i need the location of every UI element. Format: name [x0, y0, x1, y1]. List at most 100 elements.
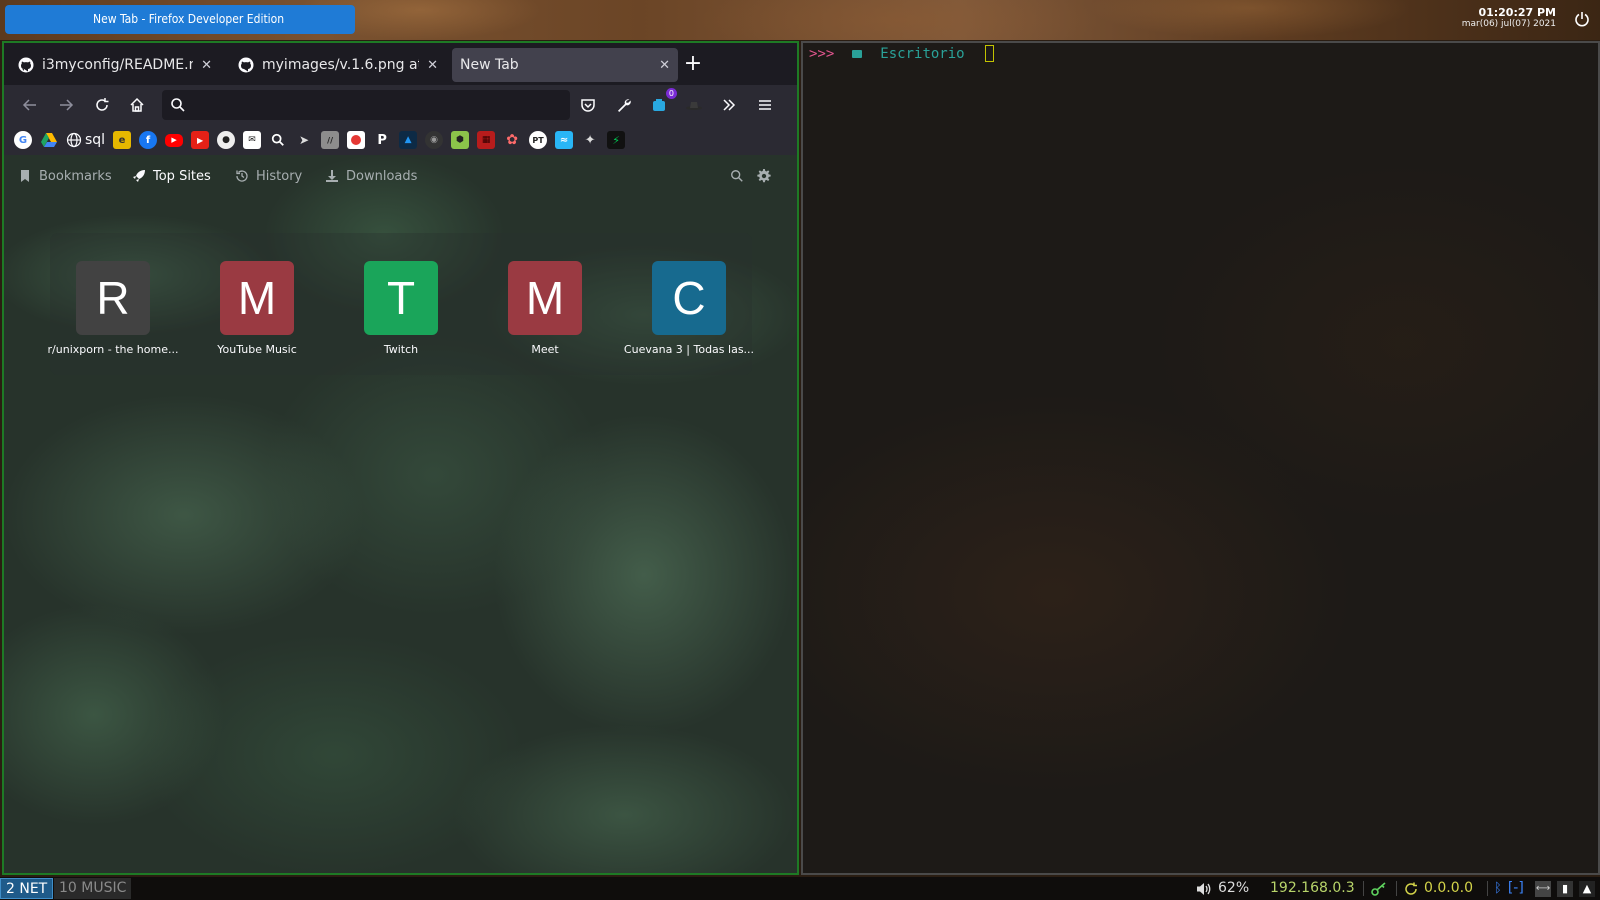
- nav-top-sites[interactable]: Top Sites: [132, 165, 211, 187]
- search-icon[interactable]: [730, 169, 744, 183]
- record-icon[interactable]: [347, 131, 366, 149]
- nav-label: Downloads: [346, 168, 418, 184]
- nav-history[interactable]: History: [235, 165, 302, 187]
- top-site-tile: T: [364, 261, 438, 335]
- top-site-cuevana[interactable]: C Cuevana 3 | Todas las...: [614, 261, 764, 356]
- google-icon[interactable]: G: [14, 131, 32, 149]
- bottom-bar: 2 NET 10 MUSIC 62% 192.168.0.3 0.0.0.0 ᛒ…: [0, 877, 1600, 900]
- close-icon[interactable]: ✕: [201, 58, 212, 73]
- search-icon[interactable]: [269, 131, 287, 149]
- firefox-window: i3myconfig/README.md ✕ myimages/v.1.6.pn…: [2, 41, 799, 875]
- tab-new-tab[interactable]: New Tab ✕: [452, 48, 678, 82]
- gear-icon[interactable]: [757, 169, 771, 183]
- gift-icon[interactable]: ✦: [581, 131, 599, 149]
- hat-icon: [686, 102, 702, 110]
- tab-readme[interactable]: i3myconfig/README.md ✕: [10, 48, 220, 82]
- clock[interactable]: 01:20:27 PM mar(06) jul(07) 2021: [1462, 6, 1556, 29]
- terminal-window[interactable]: >>> Escritorio: [801, 41, 1600, 875]
- nav-downloads[interactable]: Downloads: [325, 165, 417, 187]
- power-icon[interactable]: [1574, 11, 1590, 27]
- arrow-right-icon: [60, 99, 74, 111]
- google-drive-icon[interactable]: [40, 131, 58, 149]
- nav-label: History: [256, 168, 303, 184]
- top-site-tile: M: [220, 261, 294, 335]
- url-input[interactable]: [194, 90, 564, 120]
- overflow-button[interactable]: [717, 93, 741, 117]
- flower-icon[interactable]: ✿: [503, 131, 521, 149]
- extension-hat-button[interactable]: [682, 93, 706, 117]
- bookmark-icon: [21, 170, 29, 182]
- letter-e-icon[interactable]: e: [113, 131, 132, 149]
- youtube-music-icon[interactable]: ▶: [191, 131, 210, 149]
- rocket-icon: [133, 170, 145, 182]
- devtools-button[interactable]: [612, 93, 636, 117]
- text-cursor: [984, 45, 994, 62]
- extension-button[interactable]: 0: [647, 88, 677, 117]
- shell-prompt: >>> Escritorio: [809, 45, 994, 62]
- speaker-icon: [1197, 882, 1211, 895]
- clipboard-icon[interactable]: ▮: [1557, 880, 1573, 897]
- top-site-label: Twitch: [383, 343, 419, 356]
- tab-label: New Tab: [460, 57, 519, 73]
- workspace-10-music[interactable]: 10 MUSIC: [54, 878, 132, 899]
- home-button[interactable]: [125, 93, 149, 117]
- letter-p-icon[interactable]: P: [373, 131, 391, 149]
- ip-status: 192.168.0.3: [1270, 877, 1355, 900]
- android-icon[interactable]: ⬢: [451, 131, 470, 149]
- tab-myimages[interactable]: myimages/v.1.6.png at m ✕: [230, 48, 446, 82]
- github-icon[interactable]: ●: [217, 131, 236, 149]
- workspace-2-net[interactable]: 2 NET: [0, 878, 54, 899]
- bluetooth-icon: ᛒ: [1494, 881, 1502, 896]
- focused-window-title[interactable]: New Tab - Firefox Developer Edition: [5, 5, 355, 34]
- facebook-icon[interactable]: f: [139, 131, 158, 149]
- tray: ⟷ ▮ ▲: [1535, 877, 1595, 900]
- mail-icon[interactable]: ✉: [243, 131, 262, 149]
- new-tab-page: Bookmarks Top Sites History Downloads R …: [4, 155, 797, 873]
- ip-address: 192.168.0.3: [1270, 880, 1355, 896]
- top-site-label: Meet: [531, 343, 559, 356]
- code-icon[interactable]: ⟷: [1535, 880, 1551, 897]
- reload-button[interactable]: [90, 93, 114, 117]
- top-site-unixporn[interactable]: R r/unixporn - the home...: [38, 261, 188, 356]
- terminal-icon[interactable]: //: [321, 131, 340, 149]
- close-icon[interactable]: ✕: [659, 58, 670, 73]
- key-icon: [1371, 881, 1386, 896]
- sql-bookmark[interactable]: sql: [66, 132, 105, 148]
- top-site-meet[interactable]: M Meet: [470, 261, 620, 356]
- top-site-label: r/unixporn - the home...: [47, 343, 179, 356]
- nav-bookmarks[interactable]: Bookmarks: [18, 165, 112, 187]
- tab-label: myimages/v.1.6.png at m: [262, 57, 419, 73]
- arch-icon[interactable]: ▲: [1579, 880, 1595, 897]
- bookmark-label: sql: [85, 132, 106, 148]
- extension-icon: [653, 99, 665, 111]
- top-site-youtube-music[interactable]: M YouTube Music: [182, 261, 332, 356]
- volume-status[interactable]: 62%: [1196, 877, 1249, 900]
- prompt-arrows: >>>: [809, 45, 835, 62]
- close-icon[interactable]: ✕: [427, 58, 438, 73]
- triangle-icon[interactable]: ▲: [399, 131, 418, 149]
- download-icon: [326, 170, 338, 182]
- youtube-icon[interactable]: ▶: [165, 133, 184, 147]
- menu-button[interactable]: [753, 93, 777, 117]
- ghost-icon[interactable]: ◉: [425, 131, 444, 149]
- github-icon: [238, 57, 254, 73]
- bluetooth-status[interactable]: ᛒ [-]: [1494, 877, 1524, 900]
- lightning-icon[interactable]: ⚡: [607, 131, 626, 149]
- reload-icon: [96, 98, 109, 111]
- pt-icon[interactable]: PT: [529, 131, 548, 149]
- send-icon[interactable]: ➤: [295, 131, 313, 149]
- url-bar[interactable]: [162, 90, 570, 120]
- forward-button[interactable]: [54, 93, 78, 117]
- pocket-button[interactable]: [576, 93, 600, 117]
- top-site-tile: R: [76, 261, 150, 335]
- new-tab-button[interactable]: +: [682, 53, 704, 76]
- grid-icon[interactable]: ▦: [477, 131, 496, 149]
- pocket-icon: [581, 99, 595, 112]
- wave-icon[interactable]: ≈: [555, 131, 574, 149]
- top-site-tile: M: [508, 261, 582, 335]
- top-site-twitch[interactable]: T Twitch: [326, 261, 476, 356]
- separator: [1396, 881, 1397, 896]
- separator: [1487, 881, 1488, 896]
- bookmarks-toolbar: G sql e f ▶ ▶ ● ✉ ➤ // P ▲ ◉ ⬢ ▦ ✿ PT ≈ …: [4, 125, 797, 155]
- back-button[interactable]: [18, 93, 42, 117]
